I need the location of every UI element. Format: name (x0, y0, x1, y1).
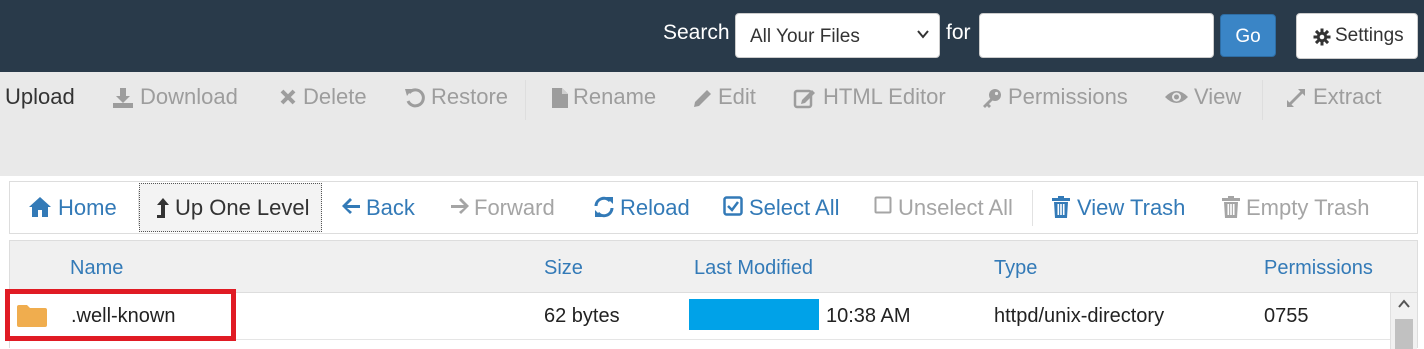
arrow-left-icon (342, 198, 360, 214)
eye-icon (1165, 91, 1188, 103)
redacted-date-block (689, 299, 819, 330)
toolbar-divider (1262, 80, 1263, 120)
reload-label: Reload (620, 195, 690, 220)
up-one-level-button[interactable]: Up One Level (139, 183, 322, 232)
extract-label: Extract (1313, 84, 1382, 109)
reload-button[interactable]: Reload (593, 182, 703, 233)
view-trash-label: View Trash (1077, 195, 1186, 220)
up-one-level-label: Up One Level (175, 195, 310, 220)
file-modified-time: 10:38 AM (826, 305, 911, 327)
column-header-permissions[interactable]: Permissions (1264, 257, 1373, 280)
refresh-icon (594, 196, 614, 218)
file-name[interactable]: .well-known (71, 305, 175, 328)
restore-icon (405, 88, 425, 108)
nav-divider (1032, 190, 1033, 226)
edit-square-icon (793, 89, 815, 109)
column-header-type[interactable]: Type (994, 257, 1037, 280)
column-header-name[interactable]: Name (70, 257, 123, 280)
key-icon (983, 89, 1001, 108)
file-icon (552, 88, 568, 108)
file-type: httpd/unix-directory (994, 305, 1165, 327)
select-all-label: Select All (749, 195, 840, 220)
trash-icon (1222, 196, 1240, 218)
vertical-scrollbar[interactable] (1390, 293, 1417, 349)
table-row[interactable]: .well-known 62 bytes 10:38 AM httpd/unix… (5, 289, 1390, 341)
checkbox-checked-icon (723, 196, 743, 216)
chevron-down-icon (917, 30, 929, 39)
toolbar-divider (525, 80, 526, 120)
view-trash-button[interactable]: View Trash (1052, 182, 1187, 233)
trash-icon (1052, 196, 1070, 218)
forward-label: Forward (474, 195, 555, 220)
pencil-icon (694, 90, 711, 107)
column-header-last-modified[interactable]: Last Modified (694, 257, 813, 280)
restore-label: Restore (431, 84, 509, 109)
delete-icon (280, 89, 296, 105)
file-permissions: 0755 (1264, 305, 1309, 327)
folder-icon (17, 305, 47, 327)
for-label: for (946, 21, 971, 44)
unselect-all-button[interactable]: Unselect All (874, 182, 1024, 233)
back-button[interactable]: Back (341, 182, 441, 233)
rename-label: Rename (573, 84, 657, 109)
action-toolbar: Upload Download Delete Restore Rename Ed… (0, 72, 1424, 176)
download-icon (113, 88, 133, 108)
upload-label: Upload (5, 84, 75, 109)
delete-label: Delete (303, 84, 367, 109)
home-button[interactable]: Home (28, 182, 138, 233)
gear-icon (1313, 28, 1331, 46)
settings-label: Settings (1335, 25, 1404, 46)
edit-label: Edit (718, 84, 756, 109)
column-header-size[interactable]: Size (544, 257, 583, 280)
home-icon (29, 197, 51, 217)
view-label: View (1194, 84, 1242, 109)
table-header: Name Size Last Modified Type Permissions (10, 241, 1417, 293)
html-editor-label: HTML Editor (823, 84, 946, 109)
file-size: 62 bytes (544, 305, 620, 327)
select-all-button[interactable]: Select All (723, 182, 853, 233)
arrow-right-icon (451, 198, 469, 214)
empty-trash-button[interactable]: Empty Trash (1222, 182, 1372, 233)
unselect-all-label: Unselect All (898, 195, 1013, 220)
search-label: Search (663, 21, 730, 44)
search-input[interactable] (979, 13, 1214, 58)
expand-icon (1287, 89, 1305, 107)
checkbox-empty-icon (874, 196, 892, 214)
permissions-label: Permissions (1008, 84, 1128, 109)
file-table: Name Size Last Modified Type Permissions… (5, 240, 1418, 349)
back-label: Back (366, 195, 415, 220)
go-button[interactable]: Go (1220, 14, 1276, 57)
forward-button[interactable]: Forward (450, 182, 580, 233)
search-scope-select[interactable]: All Your Files (735, 13, 940, 58)
home-label: Home (58, 195, 117, 220)
empty-trash-label: Empty Trash (1246, 195, 1370, 220)
scrollbar-thumb[interactable] (1395, 319, 1413, 349)
search-scope-value: All Your Files (750, 26, 860, 47)
navigation-toolbar: Home Up One Level Back Forward Reload Se… (9, 181, 1418, 234)
level-up-icon (157, 198, 169, 218)
download-label: Download (140, 84, 238, 109)
scroll-up-arrow-icon[interactable] (1398, 299, 1410, 309)
search-bar: Search All Your Files for Go Settings (0, 0, 1424, 72)
settings-button[interactable]: Settings (1296, 13, 1418, 59)
